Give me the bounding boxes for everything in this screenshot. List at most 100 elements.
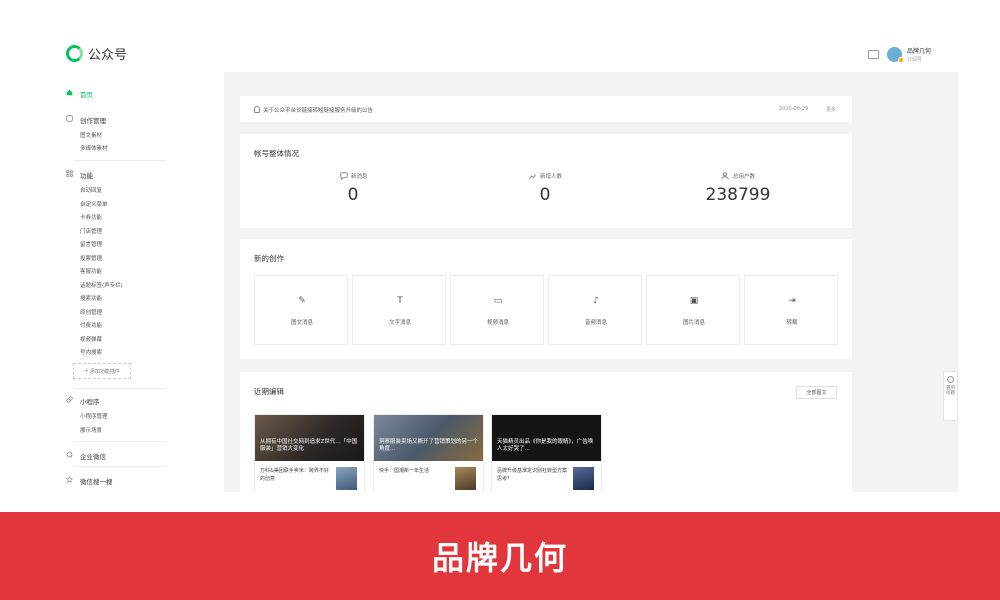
sidebar-item-display-scene[interactable]: 展示场景 bbox=[80, 426, 102, 434]
sidebar-divider bbox=[74, 466, 166, 467]
sidebar-divider bbox=[74, 160, 166, 161]
home-icon bbox=[66, 89, 73, 96]
sidebar-item-in-account-search[interactable]: 号内搜索 bbox=[80, 348, 102, 356]
sidebar-item-store[interactable]: 门店管理 bbox=[80, 227, 102, 235]
account-overview-card: 帐号整体情况 新消息 0 新增人数 0 总用户数 238799 bbox=[240, 134, 852, 228]
text-icon: T bbox=[397, 296, 403, 306]
create-repost-tile[interactable]: ⇥ 转载 bbox=[744, 275, 838, 345]
article-cover-text: 洞察服装卖场又撕开了营销策划的另一个角度… bbox=[379, 439, 479, 452]
enterprise-wechat-icon bbox=[66, 451, 73, 458]
create-video-tile[interactable]: ▭ 视频消息 bbox=[450, 275, 544, 345]
add-plugin-button[interactable]: + 添加功能插件 bbox=[73, 363, 131, 379]
sidebar-item-original[interactable]: 原创管理 bbox=[80, 308, 102, 316]
brand-banner: 品牌几何 bbox=[0, 512, 1000, 600]
stat-label-new-messages: 新消息 bbox=[351, 174, 368, 180]
stat-label-new-followers: 新增人数 bbox=[540, 174, 563, 180]
mic-icon: ♪ bbox=[593, 296, 599, 306]
sidebar-item-media-material[interactable]: 多媒体素材 bbox=[80, 144, 108, 152]
pencil-icon: ✎ bbox=[298, 296, 306, 306]
article-title: 品牌升级基准定识别社转型方案思考？ bbox=[497, 468, 568, 482]
account-type: 订阅号 bbox=[907, 57, 923, 63]
trend-up-icon bbox=[529, 174, 537, 179]
bell-icon bbox=[254, 106, 260, 113]
article-thumbnail bbox=[336, 467, 357, 490]
sidebar-item-miniprogram-manage[interactable]: 小程序管理 bbox=[80, 412, 108, 420]
sidebar-divider bbox=[74, 388, 166, 389]
mail-icon[interactable] bbox=[868, 50, 879, 59]
account-name[interactable]: 品牌几何 bbox=[907, 46, 931, 55]
main-frame: 首页 创作管理 图文素材 多媒体素材 功能 自动回复 自定义菜单 卡券功能 门店… bbox=[44, 72, 958, 492]
sidebar-item-card[interactable]: 卡券功能 bbox=[80, 213, 102, 221]
article-thumbnail bbox=[455, 467, 476, 490]
sidebar-item-custom-menu[interactable]: 自定义菜单 bbox=[80, 200, 108, 208]
sidebar-item-topic-tag[interactable]: 话题标签(声专栏) bbox=[80, 281, 123, 289]
wechat-official-logo-icon bbox=[66, 45, 83, 62]
article-card[interactable]: 洞察服装卖场又撕开了营销策划的另一个角度… 快手：国潮新一年生活 bbox=[373, 414, 484, 492]
sidebar-item-miniprogram[interactable]: 小程序 bbox=[80, 396, 100, 406]
sidebar-item-search[interactable]: 搜索功能 bbox=[80, 294, 102, 302]
app-logo[interactable]: 公众号 bbox=[66, 44, 127, 63]
miniprogram-icon bbox=[66, 396, 73, 403]
article-cover-text: 天猫精灵出品《你是我的眼睛》，广告唤人太好哭了… bbox=[497, 439, 594, 452]
create-audio-tile[interactable]: ♪ 音频消息 bbox=[548, 275, 642, 345]
sidebar-item-features[interactable]: 功能 bbox=[80, 170, 93, 180]
all-articles-button[interactable]: 全部图文 bbox=[796, 386, 837, 399]
sidebar-item-paid[interactable]: 付费功能 bbox=[80, 321, 102, 329]
sidebar-item-auto-reply[interactable]: 自动回复 bbox=[80, 186, 102, 194]
stat-value-total-users[interactable]: 238799 bbox=[693, 185, 783, 205]
article-card[interactable]: 从拥有中国社交网到追求Z世代…「中国服装」营销大变化 万科&美团联手卖米：跨界不… bbox=[254, 414, 365, 492]
notice-date: 2020-08-29 bbox=[779, 106, 809, 112]
app-title: 公众号 bbox=[88, 48, 128, 63]
create-article-tile[interactable]: ✎ 图文消息 bbox=[254, 275, 348, 345]
sidebar-item-home[interactable]: 首页 bbox=[80, 89, 93, 99]
stat-label-total-users: 总用户数 bbox=[733, 174, 756, 180]
top-header: 公众号 品牌几何 订阅号 bbox=[0, 0, 1000, 72]
sidebar-item-article-material[interactable]: 图文素材 bbox=[80, 131, 102, 139]
create-repost-label: 转载 bbox=[786, 320, 798, 326]
help-widget-label: 遇到问题 bbox=[946, 386, 955, 396]
sidebar-item-customer-service[interactable]: 客服功能 bbox=[80, 267, 102, 275]
create-manage-icon bbox=[66, 115, 73, 122]
sidebar: 首页 创作管理 图文素材 多媒体素材 功能 自动回复 自定义菜单 卡券功能 门店… bbox=[44, 72, 224, 492]
create-video-label: 视频消息 bbox=[486, 320, 509, 326]
create-image-label: 图片消息 bbox=[682, 320, 705, 326]
create-text-label: 文字消息 bbox=[388, 320, 411, 326]
sidebar-item-vote[interactable]: 投票管理 bbox=[80, 254, 102, 262]
create-audio-label: 音频消息 bbox=[584, 320, 607, 326]
banner-text: 品牌几何 bbox=[431, 539, 568, 577]
create-image-tile[interactable]: ▣ 图片消息 bbox=[646, 275, 740, 345]
overview-title: 帐号整体情况 bbox=[254, 149, 299, 158]
recent-edits-card: 近期编辑 全部图文 从拥有中国社交网到追求Z世代…「中国服装」营销大变化 万科&… bbox=[240, 372, 852, 492]
sidebar-item-enterprise-wechat[interactable]: 企业微信 bbox=[80, 451, 106, 461]
sidebar-item-video-danmaku[interactable]: 视频弹幕 bbox=[80, 335, 102, 343]
help-widget[interactable]: 遇到问题 bbox=[943, 371, 958, 421]
user-icon bbox=[721, 172, 729, 180]
repost-icon: ⇥ bbox=[788, 296, 796, 306]
add-plugin-label: 添加功能插件 bbox=[89, 368, 120, 375]
article-cover-text: 从拥有中国社交网到追求Z世代…「中国服装」营销大变化 bbox=[260, 439, 358, 452]
features-icon bbox=[66, 170, 73, 177]
message-icon bbox=[340, 172, 348, 180]
help-icon bbox=[947, 376, 954, 383]
article-thumbnail bbox=[573, 467, 594, 490]
sidebar-item-comments[interactable]: 留言管理 bbox=[80, 240, 102, 248]
article-title: 万科&美团联手卖米：跨界不好的创意 bbox=[260, 468, 329, 482]
article-card[interactable]: 天猫精灵出品《你是我的眼睛》，广告唤人太好哭了… 品牌升级基准定识别社转型方案思… bbox=[491, 414, 602, 492]
video-icon: ▭ bbox=[493, 296, 503, 306]
stat-value-new-messages[interactable]: 0 bbox=[308, 185, 398, 205]
stat-value-new-followers[interactable]: 0 bbox=[500, 185, 590, 205]
notice-text[interactable]: 关于公众平台长链接转短链接服务升级的公告 bbox=[263, 106, 373, 114]
image-icon: ▣ bbox=[689, 296, 699, 306]
sidebar-item-search-wechat[interactable]: 微信搜一搜 bbox=[80, 476, 113, 486]
article-cover-image bbox=[492, 415, 601, 461]
create-text-tile[interactable]: T 文字消息 bbox=[352, 275, 446, 345]
star-icon bbox=[66, 476, 73, 483]
notice-more-link[interactable]: 更多 bbox=[826, 106, 836, 113]
new-creation-card: 新的创作 ✎ 图文消息 T 文字消息 ▭ 视频消息 ♪ 音频消息 ▣ 图片消息 bbox=[240, 239, 852, 359]
recent-edits-title: 近期编辑 bbox=[254, 387, 284, 396]
article-title: 快手：国潮新一年生活 bbox=[379, 468, 430, 474]
sidebar-divider bbox=[74, 441, 166, 442]
article-cover-image bbox=[374, 415, 483, 461]
sidebar-item-create[interactable]: 创作管理 bbox=[80, 115, 106, 125]
new-creation-title: 新的创作 bbox=[254, 254, 284, 263]
